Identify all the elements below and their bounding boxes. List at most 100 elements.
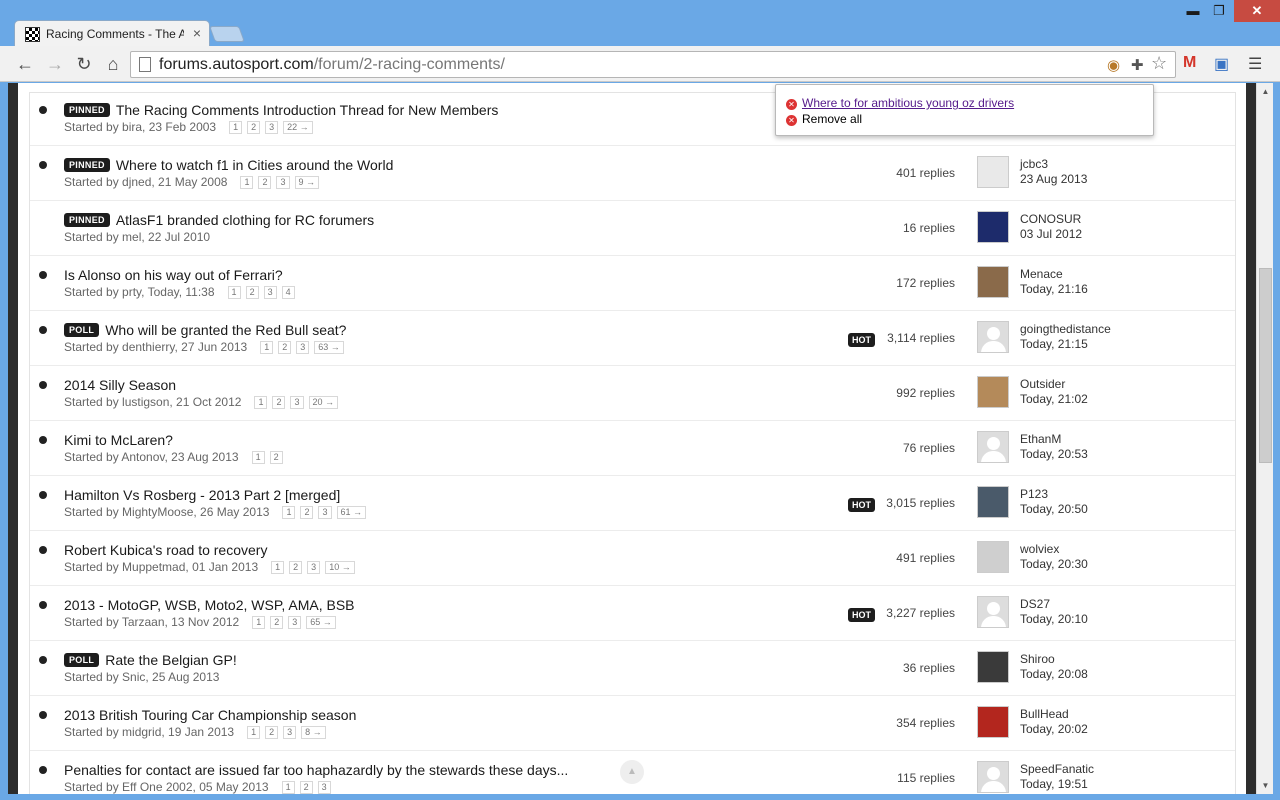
page-link[interactable]: 1 [229,121,243,134]
page-link[interactable]: 1 [254,396,268,409]
last-poster-avatar[interactable] [977,706,1009,738]
page-link[interactable]: 1 [260,341,274,354]
page-link[interactable]: 8 → [301,726,326,739]
page-link[interactable]: 1 [247,726,261,739]
last-poster-avatar[interactable] [977,431,1009,463]
last-poster-name[interactable]: BullHead [1020,707,1069,721]
page-link[interactable]: 65 → [306,616,336,629]
page-link[interactable]: 1 [281,781,295,794]
topic-title-link[interactable]: 2013 - MotoGP, WSB, Moto2, WSP, AMA, BSB [64,597,355,613]
last-poster-name[interactable]: jcbc3 [1020,157,1048,171]
page-link[interactable]: 2 [289,561,303,574]
home-icon[interactable]: ⌂ [102,53,124,75]
last-poster-avatar[interactable] [977,156,1009,188]
last-poster-avatar[interactable] [977,541,1009,573]
scroll-down-arrow-icon[interactable]: ▼ [1257,777,1274,794]
page-link[interactable]: 3 [317,781,331,794]
page-link[interactable]: 2 [258,176,272,189]
cookie-blocked-icon[interactable]: ◉ [1107,56,1120,74]
page-link[interactable]: 1 [251,451,265,464]
page-link[interactable]: 2 [247,121,261,134]
last-poster-avatar[interactable] [977,321,1009,353]
page-link[interactable]: 61 → [336,506,367,519]
last-poster-name[interactable]: P123 [1020,487,1048,501]
close-window-button[interactable]: ✕ [1234,0,1280,22]
page-link[interactable]: 1 [282,506,296,519]
page-link[interactable]: 20 → [308,396,339,409]
last-poster-avatar[interactable] [977,596,1009,628]
page-link[interactable]: 2 [245,286,259,299]
scrollbar-thumb[interactable] [1259,268,1272,463]
topic-title-link[interactable]: Hamilton Vs Rosberg - 2013 Part 2 [merge… [64,487,340,503]
last-poster-name[interactable]: SpeedFanatic [1020,762,1094,776]
page-link[interactable]: 22 → [283,121,313,134]
topic-title-link[interactable]: AtlasF1 branded clothing for RC forumers [116,212,374,228]
page-link[interactable]: 3 [318,506,332,519]
last-poster-name[interactable]: CONOSUR [1020,212,1081,226]
page-link[interactable]: 3 [296,341,310,354]
last-poster-name[interactable]: wolviex [1020,542,1059,556]
page-link[interactable]: 3 [263,286,277,299]
topic-title-link[interactable]: 2013 British Touring Car Championship se… [64,707,356,723]
page-link[interactable]: 1 [271,561,285,574]
blocked-popup-item[interactable]: ✕ Where to for ambitious young oz drivers [786,96,1014,110]
browser-tab[interactable]: Racing Comments - The A × [14,20,210,47]
page-link[interactable]: 2 [278,341,292,354]
reload-icon[interactable]: ↻ [73,53,95,75]
page-link[interactable]: 2 [269,451,283,464]
cast-screen-icon[interactable]: ▣ [1214,54,1229,74]
page-link[interactable]: 4 [281,286,295,299]
topic-title-link[interactable]: Rate the Belgian GP! [105,652,237,668]
last-poster-name[interactable]: Shiroo [1020,652,1055,666]
page-link[interactable]: 3 [276,176,290,189]
scroll-to-top-button[interactable]: ▲ [620,760,644,784]
page-link[interactable]: 2 [299,781,313,794]
topic-title-link[interactable]: Is Alonso on his way out of Ferrari? [64,267,283,283]
last-poster-name[interactable]: Menace [1020,267,1063,281]
page-link[interactable]: 3 [288,616,302,629]
page-link[interactable]: 3 [283,726,297,739]
page-link[interactable]: 2 [272,396,286,409]
topic-title-link[interactable]: The Racing Comments Introduction Thread … [116,102,499,118]
last-poster-avatar[interactable] [977,211,1009,243]
tab-close-icon[interactable]: × [193,25,201,41]
page-link[interactable]: 1 [240,176,254,189]
address-bar[interactable]: forums.autosport.com/forum/2-racing-comm… [130,51,1176,78]
url-text[interactable]: forums.autosport.com/forum/2-racing-comm… [159,56,505,74]
topic-title-link[interactable]: Penalties for contact are issued far too… [64,762,568,778]
last-poster-avatar[interactable] [977,266,1009,298]
page-link[interactable]: 3 [265,121,279,134]
last-poster-name[interactable]: Outsider [1020,377,1065,391]
back-icon[interactable]: ← [14,53,36,75]
vertical-scrollbar[interactable]: ▲ ▼ [1256,83,1273,794]
page-link[interactable]: 1 [227,286,241,299]
page-link[interactable]: 2 [300,506,314,519]
page-link[interactable]: 2 [270,616,284,629]
last-poster-name[interactable]: DS27 [1020,597,1050,611]
last-poster-avatar[interactable] [977,376,1009,408]
puzzle-extension-icon[interactable]: ✚ [1131,56,1144,74]
page-link[interactable]: 63 → [314,341,344,354]
page-link[interactable]: 9 → [294,176,320,189]
remove-all-item[interactable]: ✕ Remove all [786,112,862,126]
last-poster-name[interactable]: EthanM [1020,432,1061,446]
topic-title-link[interactable]: 2014 Silly Season [64,377,176,393]
scroll-up-arrow-icon[interactable]: ▲ [1257,83,1274,100]
maximize-button[interactable]: ❐ [1206,0,1232,22]
topic-title-link[interactable]: Kimi to McLaren? [64,432,173,448]
gmail-icon[interactable]: M [1183,54,1196,72]
page-link[interactable]: 10 → [325,561,355,574]
last-poster-avatar[interactable] [977,651,1009,683]
page-link[interactable]: 3 [307,561,321,574]
page-link[interactable]: 1 [252,616,266,629]
minimize-button[interactable]: ▬ [1180,0,1206,22]
page-link[interactable]: 2 [265,726,279,739]
forward-icon[interactable]: → [44,53,66,75]
menu-icon[interactable]: ☰ [1248,54,1262,74]
page-link[interactable]: 3 [290,396,304,409]
last-poster-avatar[interactable] [977,486,1009,518]
new-tab-button[interactable] [209,26,245,42]
topic-title-link[interactable]: Who will be granted the Red Bull seat? [105,322,346,338]
last-poster-name[interactable]: goingthedistance [1020,322,1111,336]
topic-title-link[interactable]: Where to watch f1 in Cities around the W… [116,157,394,173]
